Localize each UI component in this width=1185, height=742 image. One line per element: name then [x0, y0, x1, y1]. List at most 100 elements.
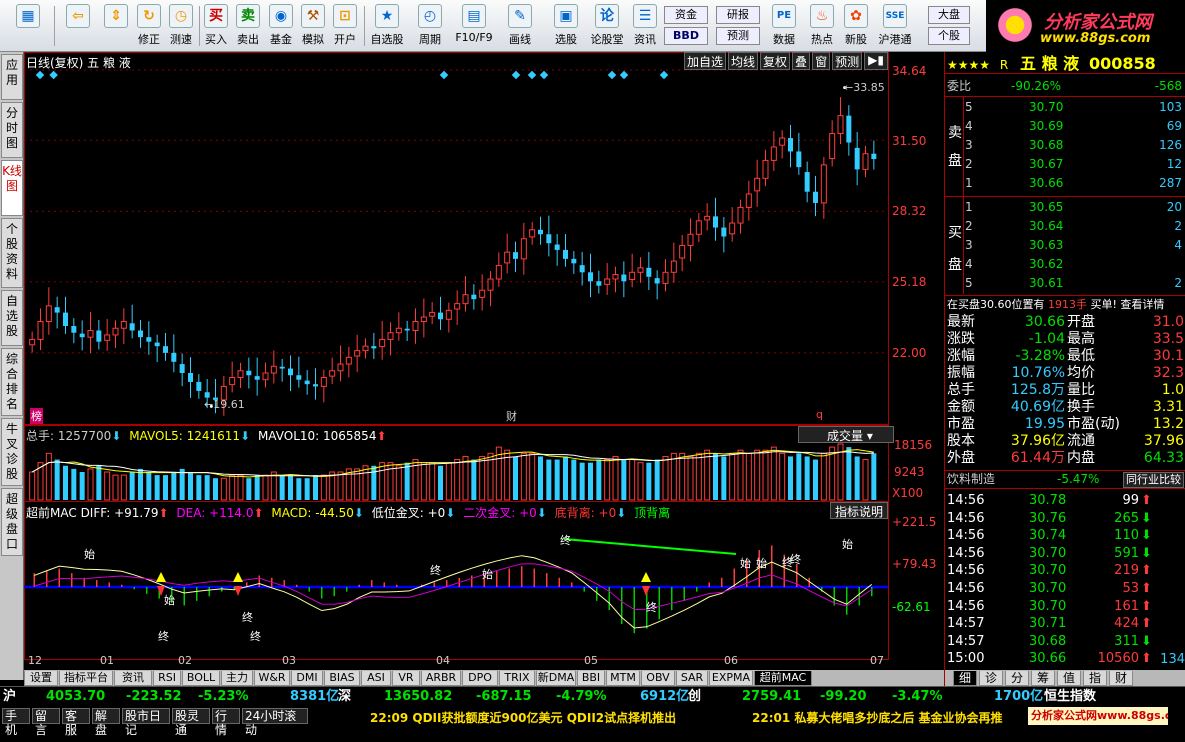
- quote-tab[interactable]: 筹: [1031, 671, 1055, 686]
- f10-button[interactable]: ▤ F10/F9: [452, 2, 496, 50]
- sell-level-row[interactable]: 2 30.67 12: [945, 156, 1185, 173]
- buy-level-row[interactable]: 5 30.61 2: [945, 275, 1185, 292]
- watchlist-button[interactable]: ★ 自选股: [366, 2, 408, 50]
- status-tab[interactable]: 解盘: [92, 708, 120, 737]
- indicator-tab[interactable]: TRIX: [499, 671, 535, 686]
- sell-button[interactable]: 卖卖出: [233, 2, 263, 50]
- quote-tab[interactable]: 财: [1109, 671, 1133, 686]
- news-ticker-2[interactable]: 22:01 私募大佬唱多抄底之后 基金业协会再推: [752, 709, 1030, 725]
- tab-app[interactable]: 应用: [1, 54, 23, 100]
- volume-bar: [646, 462, 652, 500]
- status-tab[interactable]: 24小时滚动: [242, 708, 308, 737]
- home-button[interactable]: ▦: [8, 2, 48, 50]
- indicator-tab[interactable]: ARBR: [421, 671, 461, 686]
- fund-button[interactable]: ◉ 基金: [266, 2, 296, 50]
- hk-connect-button[interactable]: SSE 沪港通: [874, 2, 916, 50]
- sell-level-row[interactable]: 4 30.69 69: [945, 118, 1185, 135]
- tab-intraday[interactable]: 分时图: [1, 102, 23, 158]
- buy-level-row[interactable]: 4 30.62: [945, 256, 1185, 273]
- indicator-tab[interactable]: RSI: [153, 671, 181, 686]
- sell-level-row[interactable]: 3 30.68 126: [945, 137, 1185, 154]
- big-order-notice[interactable]: 在买盘30.60位置有 1913手 买单! 查看详情: [945, 295, 1185, 312]
- status-tab[interactable]: 股市日记: [122, 708, 170, 737]
- indicator-tab[interactable]: BOLL: [182, 671, 220, 686]
- indicator-tab[interactable]: 主力: [221, 671, 253, 686]
- hot-button[interactable]: ♨ 热点: [806, 2, 838, 50]
- sell-level-row[interactable]: 5 30.70 103: [945, 99, 1185, 116]
- news-ticker-1[interactable]: 22:09 QDII获批额度近900亿美元 QDII2试点择机推出: [370, 709, 740, 725]
- indicator-tab[interactable]: BBI: [577, 671, 605, 686]
- research-button[interactable]: 研报 预测: [716, 6, 760, 54]
- simulate-button[interactable]: ⚒ 模拟: [298, 2, 328, 50]
- fix-button[interactable]: ↻ 修正: [134, 2, 164, 50]
- adjust-button[interactable]: 复权: [760, 52, 791, 70]
- candle-body: [438, 312, 443, 320]
- sell-level-row[interactable]: 1 30.66 287: [945, 175, 1185, 192]
- indicator-tab[interactable]: BIAS: [324, 671, 360, 686]
- ma-button[interactable]: 均线: [728, 52, 759, 70]
- status-tab[interactable]: 行情: [212, 708, 240, 737]
- volume-bar: [704, 449, 711, 501]
- indicator-tab[interactable]: 指标平台: [59, 671, 113, 686]
- speedtest-button[interactable]: ◷ 测速: [166, 2, 196, 50]
- capital-button[interactable]: 资金 BBD: [664, 6, 708, 54]
- stock-picker-button[interactable]: ▣ 选股: [546, 2, 586, 50]
- draw-button[interactable]: ✎ 画线: [501, 2, 539, 50]
- updown-button[interactable]: ⇕: [100, 2, 132, 50]
- indicator-tab[interactable]: ASI: [361, 671, 391, 686]
- window-button[interactable]: 窗: [812, 52, 831, 70]
- forecast-button[interactable]: 预测: [832, 52, 863, 70]
- indicator-tab[interactable]: SAR: [676, 671, 708, 686]
- indicator-tab[interactable]: 设置: [24, 671, 58, 686]
- kline-chart-area[interactable]: 日线(复权) 五 粮 液 加自选 均线 复权 叠 窗 预测 ▶▮ 34.64 3…: [24, 52, 944, 670]
- quote-tab[interactable]: 细: [953, 671, 977, 686]
- forum-button[interactable]: 论论股堂: [590, 2, 624, 50]
- quote-tab[interactable]: 分: [1005, 671, 1029, 686]
- buy-button[interactable]: 买买入: [202, 2, 230, 50]
- data-button[interactable]: PE 数据: [766, 2, 802, 50]
- event-mark-finance[interactable]: 财: [506, 408, 517, 424]
- indicator-tab[interactable]: 资讯: [114, 671, 152, 686]
- indicator-tab[interactable]: VR: [392, 671, 420, 686]
- indicator-tab[interactable]: MTM: [606, 671, 640, 686]
- tab-orderbook[interactable]: 超级盘口: [1, 488, 23, 556]
- tab-watchlist[interactable]: 自选股: [1, 290, 23, 346]
- indicator-tab[interactable]: 超前MAC: [754, 671, 812, 686]
- overlay-button[interactable]: 叠: [792, 52, 811, 70]
- buy-level-row[interactable]: 3 30.63 4: [945, 237, 1185, 254]
- tab-diagnosis[interactable]: 牛叉诊股: [1, 418, 23, 486]
- event-mark-list[interactable]: 榜: [30, 408, 43, 424]
- add-watchlist-button[interactable]: 加自选: [684, 52, 727, 70]
- quote-tab[interactable]: 值: [1057, 671, 1081, 686]
- indicator-help-button[interactable]: 指标说明: [830, 502, 888, 519]
- indicator-tab[interactable]: OBV: [641, 671, 675, 686]
- news-button[interactable]: ☰ 资讯: [630, 2, 660, 50]
- indicator-tab[interactable]: 新DMA: [536, 671, 576, 686]
- indicator-tab[interactable]: DMI: [291, 671, 323, 686]
- tab-profile[interactable]: 个股资料: [1, 218, 23, 288]
- tab-kline[interactable]: K线图: [1, 160, 23, 216]
- ipo-button[interactable]: ✿ 新股: [840, 2, 872, 50]
- expand-icon[interactable]: ▶▮: [864, 52, 888, 70]
- buy-level-row[interactable]: 2 30.64 2: [945, 218, 1185, 235]
- status-tab[interactable]: 股灵通: [172, 708, 210, 737]
- back-button[interactable]: ⇦: [62, 2, 94, 50]
- level-price: 30.62: [1029, 257, 1064, 271]
- period-button[interactable]: ◴ 周期: [411, 2, 449, 50]
- tab-ranking[interactable]: 综合排名: [1, 348, 23, 416]
- indicator-tab[interactable]: DPO: [462, 671, 498, 686]
- open-account-button[interactable]: ⊡ 开户: [330, 2, 360, 50]
- buy-level-row[interactable]: 1 30.65 20: [945, 199, 1185, 216]
- status-tab[interactable]: 客服: [62, 708, 90, 737]
- industry-compare-button[interactable]: 同行业比较: [1123, 472, 1184, 488]
- quote-tab[interactable]: 指: [1083, 671, 1107, 686]
- volume-indicator-select[interactable]: 成交量 ▾: [798, 426, 894, 443]
- status-tab[interactable]: 手机: [2, 708, 30, 737]
- market-selector[interactable]: 大盘 个股: [928, 6, 970, 54]
- indicator-tab[interactable]: W&R: [254, 671, 290, 686]
- tick-price: 30.76: [1029, 510, 1067, 526]
- event-mark-q[interactable]: q: [816, 408, 823, 421]
- quote-tab[interactable]: 诊: [979, 671, 1003, 686]
- indicator-tab[interactable]: EXPMA: [709, 671, 753, 686]
- status-tab[interactable]: 留言: [32, 708, 60, 737]
